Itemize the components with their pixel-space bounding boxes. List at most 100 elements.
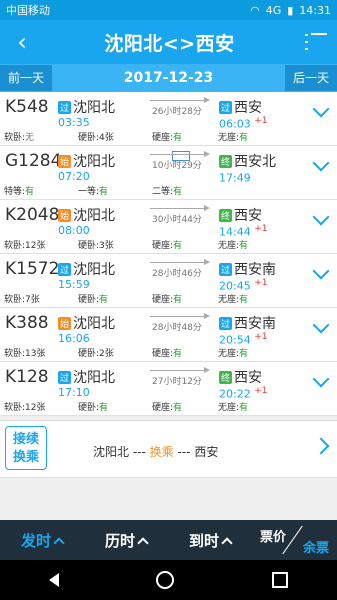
arrival-badge: 终 [219, 370, 232, 384]
tab-departure-time[interactable]: 发时 [0, 520, 84, 560]
departure-station: 始 沈阳北 [58, 313, 115, 333]
departure-badge: 始 [58, 316, 71, 330]
arrival-station: 过 西安南 [219, 259, 276, 279]
tab-arrival-time[interactable]: 到时 [168, 520, 252, 560]
transfer-button-line2: 换乘 [12, 450, 39, 465]
chevron-down-icon[interactable] [312, 100, 330, 118]
chevron-down-icon[interactable] [312, 154, 330, 172]
nav-home-icon[interactable] [156, 571, 175, 589]
tab-arrival-label: 到时 [188, 531, 219, 550]
train-row[interactable]: K1572 过 沈阳北 15:59 28小时46分 过 西安南 20:45 +1… [0, 254, 337, 308]
departure-station: 过 沈阳北 [58, 367, 115, 387]
chevron-up-icon [53, 536, 65, 549]
seat-value: 4张 [99, 133, 114, 143]
direction-arrow-icon [150, 205, 210, 211]
time-text: 14:31 [299, 3, 331, 17]
back-icon[interactable]: ‹ [10, 20, 34, 64]
train-code: K128 [5, 367, 49, 387]
seat-info: 硬座:有 [152, 130, 182, 143]
arrival-time: 14:44 +1 [219, 224, 267, 239]
price-ticket-switch[interactable]: 票价 余票 [252, 520, 337, 560]
seat-label: 硬座: [152, 349, 174, 359]
next-day-mark: +1 [254, 332, 268, 342]
departure-badge: 过 [58, 262, 71, 276]
departure-station: 过 沈阳北 [58, 259, 115, 279]
arrival-time: 06:03 +1 [219, 116, 267, 131]
departure-station-name: 沈阳北 [73, 208, 115, 224]
seat-info: 无座:有 [218, 292, 248, 305]
status-right: ◠ 4G ▮ 14:31 [250, 4, 331, 17]
seat-info: 无座:有 [218, 346, 248, 359]
next-day-button[interactable]: 后一天 [284, 65, 337, 91]
arrival-time-value: 17:49 [219, 171, 251, 185]
tab-duration[interactable]: 历时 [84, 520, 168, 560]
seat-info: 特等:有 [4, 184, 34, 197]
seat-value: 有 [173, 349, 183, 359]
arrival-station-name: 西安南 [234, 316, 276, 332]
arrival-time: 17:49 [219, 170, 251, 185]
train-row[interactable]: K388 始 沈阳北 16:06 28小时48分 过 西安南 20:54 +1 … [0, 308, 337, 362]
transfer-button[interactable]: 接续 换乘 [5, 426, 47, 470]
seat-info: 软卧:13张 [4, 346, 46, 359]
seat-label: 软卧: [4, 403, 26, 413]
departure-station: 始 沈阳北 [58, 151, 115, 171]
train-code: K548 [5, 97, 49, 117]
train-code: K388 [5, 313, 49, 333]
next-day-mark: +1 [254, 116, 268, 126]
seat-value: 无 [25, 133, 35, 143]
train-list: K548 过 沈阳北 03:35 26小时28分 过 西安 06:03 +1 软… [0, 92, 337, 416]
nav-recent-icon[interactable] [272, 572, 289, 588]
departure-badge: 始 [58, 154, 71, 168]
seat-label: 硬卧: [78, 133, 100, 143]
arrival-station: 终 西安北 [219, 151, 276, 171]
seat-value: 有 [173, 187, 183, 197]
menu-icon[interactable] [305, 33, 327, 51]
travel-duration: 26小时28分 [152, 107, 202, 117]
next-day-mark: +1 [254, 278, 268, 288]
arrival-station: 过 西安 [219, 97, 262, 117]
seat-info: 无座:有 [218, 130, 248, 143]
train-row[interactable]: K548 过 沈阳北 03:35 26小时28分 过 西安 06:03 +1 软… [0, 92, 337, 146]
transfer-row[interactable]: 接续 换乘 沈阳北 --- 换乘 --- 西安 [0, 420, 337, 478]
prev-day-button[interactable]: 前一天 [0, 65, 53, 91]
departure-time: 16:06 [58, 332, 90, 345]
nav-back-icon[interactable] [48, 573, 59, 587]
signal-icon: 4G [265, 3, 282, 17]
departure-station-name: 沈阳北 [73, 370, 115, 386]
transfer-route-sep2: --- [177, 445, 191, 459]
seat-value: 3张 [99, 241, 114, 251]
train-row[interactable]: K128 过 沈阳北 17:10 27小时12分 终 西安 20:22 +1 软… [0, 362, 337, 416]
date-display[interactable]: 2017-12-23 [124, 70, 214, 86]
chevron-right-icon[interactable] [312, 437, 330, 455]
chevron-down-icon[interactable] [312, 370, 330, 388]
seat-label: 硬卧: [78, 349, 100, 359]
seat-value: 有 [239, 403, 249, 413]
departure-station-name: 沈阳北 [73, 262, 115, 278]
seat-label: 软卧: [4, 349, 26, 359]
transfer-route-sep1: --- [132, 445, 146, 459]
status-bar: 中国移动 ◠ 4G ▮ 14:31 [0, 0, 337, 20]
remaining-ticket-label: 余票 [302, 541, 329, 556]
travel-duration: 10小时29分 [152, 161, 202, 171]
transfer-button-line1: 接续 [12, 432, 39, 447]
train-row[interactable]: K2048 始 沈阳北 08:00 30小时44分 终 西安 14:44 +1 … [0, 200, 337, 254]
seat-info: 一等:有 [78, 184, 108, 197]
seat-label: 软卧: [4, 133, 26, 143]
direction-arrow-icon [150, 151, 210, 157]
next-day-mark: +1 [254, 224, 268, 234]
seat-label: 硬座: [152, 403, 174, 413]
carrier-text: 中国移动 [6, 4, 50, 17]
transfer-route-end: 西安 [194, 445, 219, 459]
chevron-down-icon[interactable] [312, 316, 330, 334]
train-row[interactable]: G1284 始 沈阳北 07:20 10小时29分 终 西安北 17:49 特等… [0, 146, 337, 200]
arrival-badge: 终 [219, 208, 232, 222]
seat-value: 有 [25, 187, 35, 197]
chevron-down-icon[interactable] [312, 208, 330, 226]
seat-value: 有 [173, 241, 183, 251]
seat-info: 硬卧:3张 [78, 238, 114, 251]
seat-info: 硬座:有 [152, 292, 182, 305]
app-header: ‹ 沈阳北<>西安 [0, 20, 337, 64]
direction-arrow-icon [150, 259, 210, 265]
seat-value: 有 [239, 241, 249, 251]
chevron-down-icon[interactable] [312, 262, 330, 280]
